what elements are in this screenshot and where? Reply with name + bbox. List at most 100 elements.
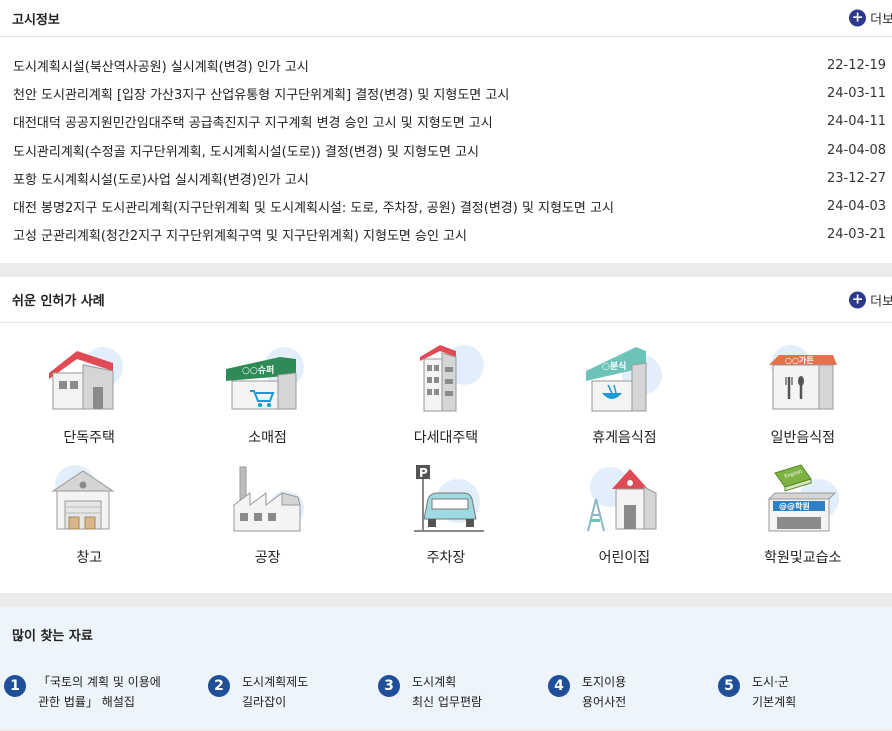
case-item-house[interactable]: 단독주택 xyxy=(0,341,178,461)
plus-icon: + xyxy=(849,291,867,308)
notice-row-title[interactable]: 포항 도시계획시설(도로)사업 실시계획(변경)인가 고시 xyxy=(13,169,309,188)
popular-item-line1: 도시·군 xyxy=(752,675,789,689)
popular-item-text: 토지이용용어사전 xyxy=(582,672,626,712)
daycare-icon xyxy=(587,467,657,532)
number-badge: 5 xyxy=(718,675,740,697)
notice-header: 고시정보 + 더보기 xyxy=(0,0,892,37)
house-icon xyxy=(49,347,124,410)
notice-row-date: 24-04-08 xyxy=(826,142,886,158)
popular-item-line2: 최신 업무편람 xyxy=(412,695,483,709)
notice-row-title[interactable]: 고성 군관리계획(청간2지구 지구단위계획구역 및 지구단위계획) 지형도면 승… xyxy=(13,225,467,244)
case-label: 주차장 xyxy=(426,550,466,566)
snack-bar-icon: ○분식 xyxy=(586,347,663,412)
notice-row-date: 24-04-03 xyxy=(826,199,886,215)
plus-icon: + xyxy=(849,9,867,27)
notice-row-date: 23-12-27 xyxy=(826,170,886,186)
notice-row[interactable]: 대전대덕 공공지원민간임대주택 공급촉진지구 지구계획 변경 승인 고시 및 지… xyxy=(0,108,892,136)
cases-more-button[interactable]: + 더보기 xyxy=(849,290,892,309)
notice-row-date: 24-03-21 xyxy=(826,227,886,243)
factory-icon xyxy=(233,466,304,532)
case-label: 휴게음식점 xyxy=(592,430,657,446)
notice-row[interactable]: 대전 봉명2지구 도시관리계획(지구단위계획 및 도시계획시설: 도로, 주차장… xyxy=(0,192,892,220)
case-label: 어린이집 xyxy=(598,550,651,566)
notice-row-title[interactable]: 천안 도시관리계획 [입장 가산3지구 산업유통형 지구단위계획] 결정(변경)… xyxy=(13,84,509,103)
notice-row[interactable]: 도시관리계획(수정골 지구단위계획, 도시계획시설(도로)) 결정(변경) 및 … xyxy=(0,136,892,164)
notice-row[interactable]: 포항 도시계획시설(도로)사업 실시계획(변경)인가 고시 23-12-27 xyxy=(0,164,892,192)
section-divider xyxy=(0,263,892,277)
number-badge: 4 xyxy=(548,675,570,697)
case-item-apartment[interactable]: 다세대주택 xyxy=(357,341,535,461)
case-label: 단독주택 xyxy=(63,430,115,446)
cases-panel: 쉬운 인허가 사례 + 더보기 단독주택 ○○슈퍼 xyxy=(0,277,892,593)
parking-sign: P xyxy=(419,466,428,480)
number-badge: 1 xyxy=(4,675,26,697)
case-label: 일반음식점 xyxy=(770,430,835,446)
popular-item-4[interactable]: 4 토지이용용어사전 xyxy=(548,672,718,712)
popular-item-line2: 관한 법률」 해설집 xyxy=(38,695,135,709)
notice-row[interactable]: 도시계획시설(북산역사공원) 실시계획(변경) 인가 고시 22-12-19 xyxy=(0,51,892,79)
popular-item-line1: 도시계획제도 xyxy=(242,675,309,689)
case-item-academy[interactable]: English @@학원 학원및교습소 xyxy=(714,461,892,581)
popular-item-5[interactable]: 5 도시·군기본계획 xyxy=(718,672,888,712)
popular-item-text: 도시계획최신 업무편람 xyxy=(412,672,482,712)
case-item-snack-bar[interactable]: ○분식 휴게음식점 xyxy=(535,341,713,461)
notice-row-date: 22-12-19 xyxy=(826,57,886,73)
popular-item-text: 「국토의 계획 및 이용에관한 법률」 해설집 xyxy=(38,672,161,712)
notice-row-date: 24-03-11 xyxy=(826,85,886,101)
notice-row-title[interactable]: 도시관리계획(수정골 지구단위계획, 도시계획시설(도로)) 결정(변경) 및 … xyxy=(13,141,479,160)
popular-list: 1 「국토의 계획 및 이용에관한 법률」 해설집 2 도시계획제도길라잡이 3 도시계획… xyxy=(0,644,892,712)
case-item-store[interactable]: ○○슈퍼 소매점 xyxy=(178,341,356,461)
apartment-icon xyxy=(419,345,484,412)
notice-title: 고시정보 xyxy=(12,12,60,28)
restaurant-sign: ○○가든 xyxy=(785,355,814,365)
cases-header: 쉬운 인허가 사례 + 더보기 xyxy=(0,277,892,323)
popular-item-line2: 길라잡이 xyxy=(242,695,287,709)
warehouse-icon xyxy=(51,465,115,530)
notice-more-label: 더보기 xyxy=(870,12,892,28)
popular-title: 많이 찾는 자료 xyxy=(12,629,93,644)
popular-item-line1: 도시계획 xyxy=(412,675,457,689)
parking-icon: P xyxy=(413,465,484,532)
case-item-parking[interactable]: P 주차장 xyxy=(357,461,535,581)
number-badge: 3 xyxy=(378,675,400,697)
number-badge: 2 xyxy=(208,675,230,697)
cases-title: 쉬운 인허가 사례 xyxy=(12,294,105,309)
popular-item-line2: 용어사전 xyxy=(582,695,627,709)
case-item-restaurant[interactable]: ○○가든 일반음식점 xyxy=(714,341,892,461)
store-sign: ○○슈퍼 xyxy=(242,364,274,376)
cases-more-label: 더보기 xyxy=(870,294,892,309)
popular-item-1[interactable]: 1 「국토의 계획 및 이용에관한 법률」 해설집 xyxy=(4,672,208,712)
popular-item-3[interactable]: 3 도시계획최신 업무편람 xyxy=(378,672,548,712)
case-label: 다세대주택 xyxy=(413,430,479,446)
academy-sign: @@학원 xyxy=(779,501,810,511)
section-divider xyxy=(0,593,892,607)
case-label: 창고 xyxy=(76,550,103,566)
notice-row-date: 24-04-11 xyxy=(826,114,886,130)
case-item-warehouse[interactable]: 창고 xyxy=(0,461,178,581)
notice-row-title[interactable]: 대전 봉명2지구 도시관리계획(지구단위계획 및 도시계획시설: 도로, 주차장… xyxy=(13,197,614,216)
restaurant-icon: ○○가든 xyxy=(768,345,837,410)
notice-row[interactable]: 고성 군관리계획(청간2지구 지구단위계획구역 및 지구단위계획) 지형도면 승… xyxy=(0,221,892,249)
snack-bar-sign: ○분식 xyxy=(602,360,626,372)
case-label: 학원및교습소 xyxy=(764,550,842,566)
store-icon: ○○슈퍼 xyxy=(225,347,304,410)
case-label: 소매점 xyxy=(248,430,287,446)
notice-more-button[interactable]: + 더보기 xyxy=(849,9,892,28)
popular-item-2[interactable]: 2 도시계획제도길라잡이 xyxy=(208,672,378,712)
popular-item-line1: 토지이용 xyxy=(582,675,627,689)
popular-item-text: 도시·군기본계획 xyxy=(752,672,796,712)
popular-item-line2: 기본계획 xyxy=(752,695,797,709)
notice-row-title[interactable]: 대전대덕 공공지원민간임대주택 공급촉진지구 지구계획 변경 승인 고시 및 지… xyxy=(13,112,493,131)
case-item-daycare[interactable]: 어린이집 xyxy=(535,461,713,581)
popular-item-text: 도시계획제도길라잡이 xyxy=(242,672,308,712)
notice-row-title[interactable]: 도시계획시설(북산역사공원) 실시계획(변경) 인가 고시 xyxy=(13,56,309,75)
academy-icon: English @@학원 xyxy=(767,464,839,532)
notice-row[interactable]: 천안 도시관리계획 [입장 가산3지구 산업유통형 지구단위계획] 결정(변경)… xyxy=(0,79,892,107)
case-label: 공장 xyxy=(254,550,281,566)
popular-panel: 많이 찾는 자료 1 「국토의 계획 및 이용에관한 법률」 해설집 2 도시계획제도… xyxy=(0,607,892,729)
notice-list: 도시계획시설(북산역사공원) 실시계획(변경) 인가 고시 22-12-19 천안 … xyxy=(0,37,892,249)
popular-item-line1: 「국토의 계획 및 이용에 xyxy=(38,675,161,689)
notice-panel: 고시정보 + 더보기 도시계획시설(북산역사공원) 실시계획(변경) 인가 고시… xyxy=(0,0,892,263)
case-item-factory[interactable]: 공장 xyxy=(178,461,356,581)
case-grid: 단독주택 ○○슈퍼 소매점 다세대주택 ○분식 휴게음식점 ○○가든 일반음식점… xyxy=(0,323,892,581)
